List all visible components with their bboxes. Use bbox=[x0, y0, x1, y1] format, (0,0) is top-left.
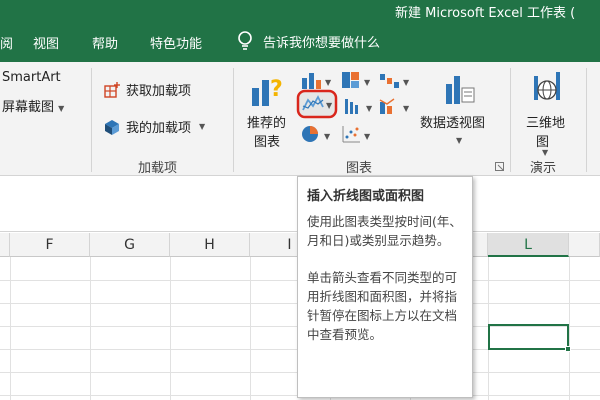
charts-group-label: 图表 bbox=[346, 161, 373, 176]
group-separator bbox=[91, 68, 92, 172]
chevron-down-icon: ▼ bbox=[456, 136, 463, 145]
recommended-charts-icon: ? bbox=[252, 77, 283, 106]
3d-map-label-1: 三维地 bbox=[526, 116, 566, 131]
pivot-chart-button[interactable]: 数据透视图 ▼ bbox=[420, 70, 500, 154]
grid-line bbox=[170, 257, 171, 400]
column-header-g[interactable]: G bbox=[90, 233, 170, 257]
get-addins-label: 获取加载项 bbox=[126, 84, 192, 99]
tooltip-spacer bbox=[307, 250, 463, 268]
chevron-down-icon: ▼ bbox=[58, 104, 65, 113]
screenshot-label: 屏幕截图 bbox=[2, 100, 55, 115]
dialog-launcher-icon[interactable] bbox=[495, 162, 504, 171]
tab-help[interactable]: 帮助 bbox=[92, 33, 118, 52]
addin-cube-icon bbox=[105, 119, 119, 135]
group-separator bbox=[586, 68, 587, 172]
svg-text:?: ? bbox=[270, 77, 283, 102]
column-header-f[interactable]: F bbox=[10, 233, 90, 257]
tours-group-label: 演示 bbox=[530, 161, 557, 176]
selected-cell[interactable] bbox=[488, 324, 569, 350]
3d-map-button[interactable]: 三维地 图 ▼ bbox=[520, 70, 580, 157]
tooltip-title: 插入折线图或面积图 bbox=[307, 189, 425, 204]
chevron-down-icon: ▼ bbox=[199, 122, 206, 131]
store-icon bbox=[104, 81, 120, 98]
tab-view[interactable]: 视图 bbox=[33, 33, 59, 52]
svg-text:▼: ▼ bbox=[364, 132, 371, 141]
my-addins-button[interactable]: 我的加载项 ▼ bbox=[104, 117, 205, 136]
grid-line bbox=[250, 257, 251, 400]
line-chart-icon: ▼ bbox=[296, 89, 338, 119]
title-bar: 新建 Microsoft Excel 工作表 ( bbox=[0, 0, 600, 22]
pivot-chart-icon bbox=[446, 76, 475, 104]
pie-chart-icon[interactable]: ▼ bbox=[300, 124, 334, 144]
grid-line bbox=[10, 257, 11, 400]
tell-me-label: 告诉我你想要做什么 bbox=[263, 35, 381, 51]
ribbon-tab-bar: 阅 视图 帮助 特色功能 告诉我你想要做什么 bbox=[0, 22, 600, 62]
my-addins-label: 我的加载项 bbox=[126, 121, 192, 136]
svg-text:▼: ▼ bbox=[324, 132, 331, 141]
svg-text:▼: ▼ bbox=[364, 78, 371, 87]
column-header-h[interactable]: H bbox=[170, 233, 250, 257]
grid-line bbox=[90, 257, 91, 400]
recommended-charts-label-2: 图表 bbox=[254, 135, 281, 150]
group-separator bbox=[233, 68, 234, 172]
addins-group-label: 加载项 bbox=[138, 161, 178, 176]
window-title: 新建 Microsoft Excel 工作表 ( bbox=[395, 6, 576, 21]
scatter-chart-icon[interactable]: ▼ bbox=[340, 124, 374, 144]
tab-special-features[interactable]: 特色功能 bbox=[150, 33, 202, 52]
hierarchy-chart-icon[interactable]: ▼ bbox=[340, 70, 374, 90]
grid-line bbox=[569, 257, 570, 400]
column-header-l[interactable]: L bbox=[488, 233, 569, 257]
column-header-partial[interactable] bbox=[569, 233, 600, 257]
svg-text:▼: ▼ bbox=[326, 101, 333, 110]
recommended-charts-button[interactable]: ? 推荐的 图表 bbox=[244, 70, 288, 154]
combo-chart-icon[interactable]: ▼ bbox=[378, 96, 412, 116]
tab-review[interactable]: 阅 bbox=[0, 33, 13, 52]
recommended-charts-label-1: 推荐的 bbox=[247, 116, 287, 131]
tooltip-paragraph-1: 使用此图表类型按时间(年、月和日)或类别显示趋势。 bbox=[307, 214, 462, 248]
column-header-partial[interactable] bbox=[0, 233, 10, 257]
lightbulb-icon bbox=[238, 31, 252, 50]
ribbon: SmartArt 屏幕截图 ▼ 获取加载项 我的加载项 ▼ 加载项 ? 推荐的 bbox=[0, 62, 600, 176]
globe-icon bbox=[534, 72, 560, 100]
chevron-down-icon: ▼ bbox=[542, 148, 549, 157]
smartart-button[interactable]: SmartArt bbox=[2, 70, 61, 85]
group-separator bbox=[510, 68, 511, 172]
svg-text:▼: ▼ bbox=[366, 104, 373, 113]
stock-chart-icon[interactable]: ▼ bbox=[342, 96, 376, 116]
waterfall-chart-icon[interactable]: ▼ bbox=[378, 70, 412, 90]
screenshot-button[interactable]: 屏幕截图 ▼ bbox=[2, 96, 64, 115]
svg-text:▼: ▼ bbox=[403, 78, 410, 87]
insert-line-area-chart-button[interactable]: ▼ bbox=[293, 86, 341, 122]
fill-handle[interactable] bbox=[565, 346, 571, 352]
tell-me-search[interactable]: 告诉我你想要做什么 bbox=[237, 31, 380, 51]
get-addins-button[interactable]: 获取加载项 bbox=[104, 80, 191, 99]
chart-tooltip: 插入折线图或面积图 使用此图表类型按时间(年、月和日)或类别显示趋势。 单击箭头… bbox=[297, 176, 473, 398]
svg-text:▼: ▼ bbox=[403, 104, 410, 113]
pivot-chart-label: 数据透视图 bbox=[420, 116, 486, 131]
tooltip-paragraph-2: 单击箭头查看不同类型的可用折线图和面积图，并将指针暂停在图标上方以在文档中查看预… bbox=[307, 270, 458, 342]
